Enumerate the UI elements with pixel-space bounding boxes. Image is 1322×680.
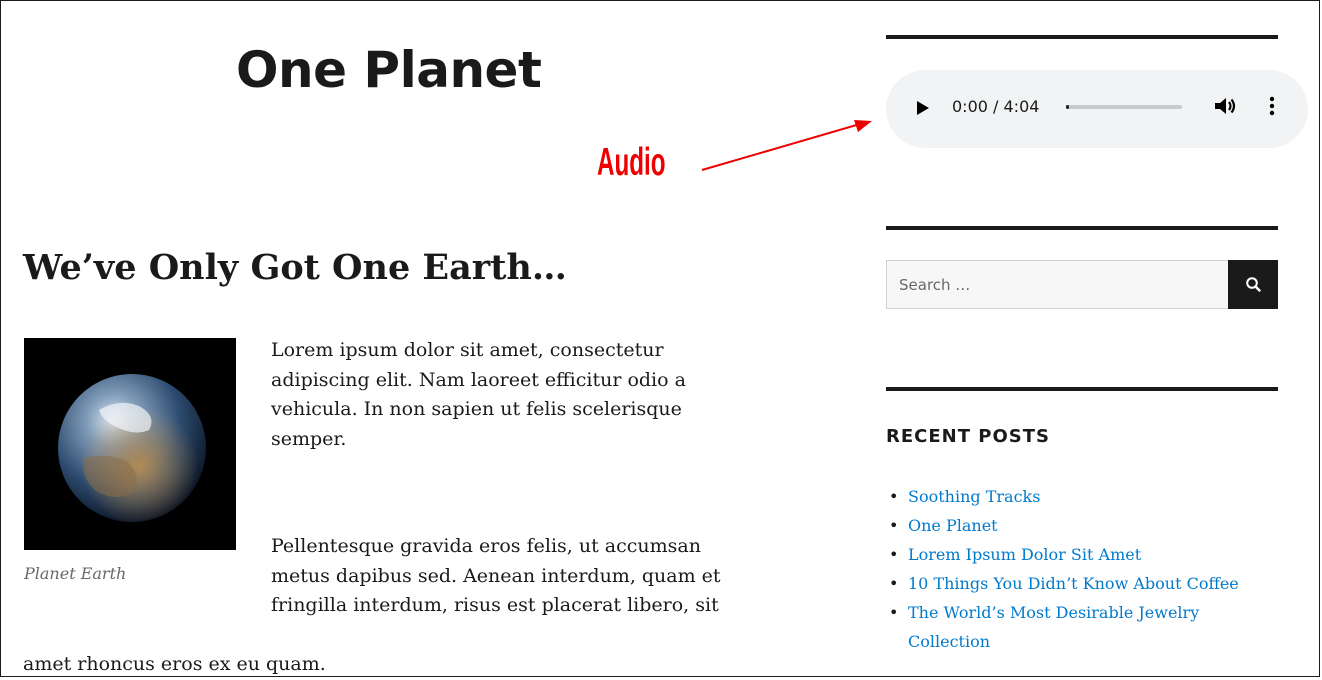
audio-progress-fill <box>1066 105 1070 109</box>
list-item: One Planet <box>886 511 1286 540</box>
list-item: Soothing Tracks <box>886 482 1286 511</box>
site-title[interactable]: One Planet <box>236 38 542 102</box>
search-button[interactable] <box>1228 260 1278 309</box>
recent-post-link[interactable]: Soothing Tracks <box>908 487 1040 506</box>
post-figure: Planet Earth <box>24 338 236 583</box>
paragraph-line: Pellentesque gravida eros felis, ut accu… <box>271 535 701 557</box>
paragraph-line: metus dapibus sed. Aenean interdum, quam… <box>271 564 721 587</box>
link-line: The World’s Most Desirable Jewelry <box>908 603 1200 622</box>
recent-post-link[interactable]: Lorem Ipsum Dolor Sit Amet <box>908 545 1141 564</box>
widget-divider <box>886 226 1278 230</box>
list-item: 10 Things You Didn’t Know About Coffee <box>886 569 1286 598</box>
audio-annotation-label: Audio <box>597 141 666 184</box>
search-input[interactable] <box>886 260 1229 309</box>
paragraph-line: amet rhoncus eros ex eu quam. <box>23 653 326 675</box>
recent-posts-list: Soothing Tracks One Planet Lorem Ipsum D… <box>886 482 1286 656</box>
recent-post-link[interactable]: The World’s Most Desirable Jewelry Collec… <box>908 603 1199 651</box>
paragraph-line: fringilla interdum, risus est placerat l… <box>271 594 719 616</box>
recent-post-link[interactable]: 10 Things You Didn’t Know About Coffee <box>908 574 1239 593</box>
search-icon <box>1246 277 1261 292</box>
widget-divider <box>886 35 1278 39</box>
paragraph-line: Lorem ipsum dolor sit amet, consectetur <box>271 339 664 361</box>
recent-posts-title: RECENT POSTS <box>886 426 1050 447</box>
paragraph-line: adipiscing elit. Nam laoreet efficitur o… <box>271 368 686 391</box>
recent-post-link[interactable]: One Planet <box>908 516 998 535</box>
annotation-arrow-icon <box>701 120 872 171</box>
audio-progress-slider[interactable] <box>1066 105 1182 109</box>
post-paragraph-2-tail: amet rhoncus eros ex eu quam. <box>23 650 326 680</box>
widget-divider <box>886 387 1278 391</box>
earth-image <box>24 338 236 550</box>
list-item: The World’s Most Desirable Jewelry Collec… <box>886 598 1286 656</box>
post-paragraph-1: Lorem ipsum dolor sit amet, consectetur … <box>271 336 686 454</box>
paragraph-line: semper. <box>271 427 347 450</box>
audio-player[interactable] <box>886 70 1308 148</box>
post-paragraph-2: Pellentesque gravida eros felis, ut accu… <box>271 532 721 621</box>
more-options-icon[interactable] <box>1268 96 1276 116</box>
list-item: Lorem Ipsum Dolor Sit Amet <box>886 540 1286 569</box>
play-icon[interactable] <box>917 101 929 115</box>
paragraph-line: vehicula. In non sapien ut felis sceleri… <box>271 398 682 420</box>
volume-icon[interactable] <box>1214 96 1236 116</box>
image-caption: Planet Earth <box>24 564 127 583</box>
post-title[interactable]: We’ve Only Got One Earth… <box>23 244 567 292</box>
audio-time: 0:00 / 4:04 <box>952 97 1040 116</box>
link-line: Collection <box>908 632 991 651</box>
